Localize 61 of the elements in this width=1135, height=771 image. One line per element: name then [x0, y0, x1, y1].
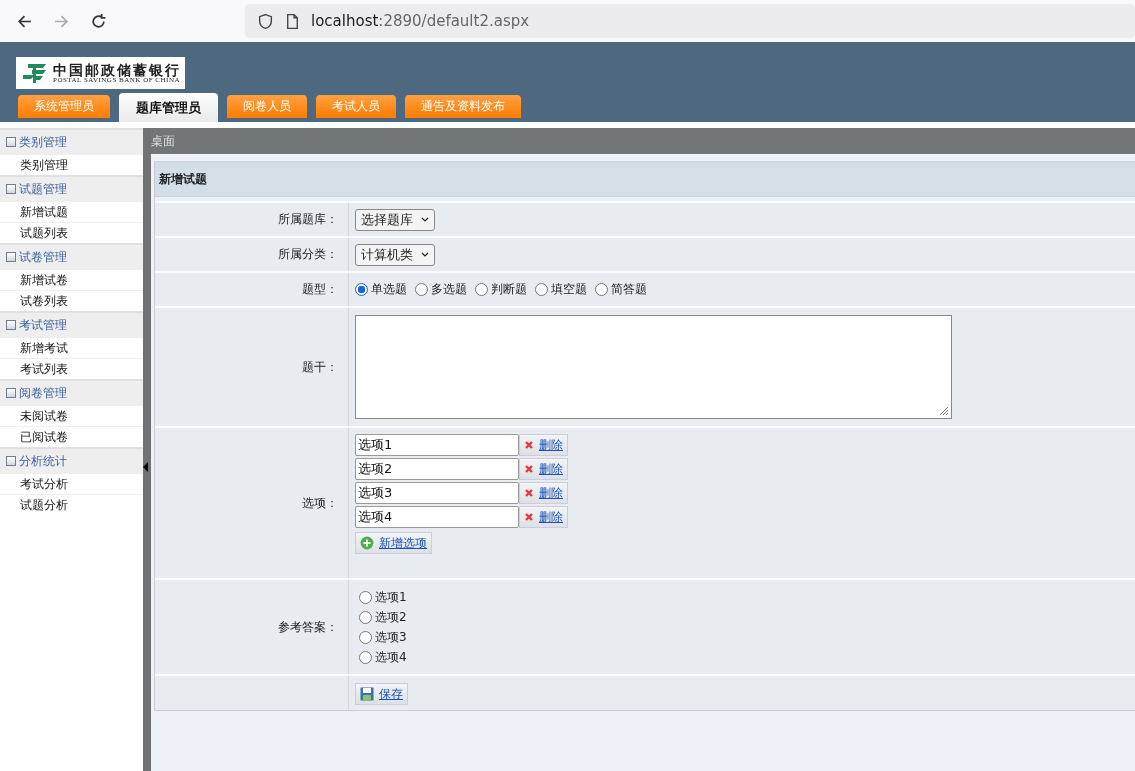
radio-label: 单选题 [371, 281, 407, 298]
delete-button[interactable]: 删除 [519, 458, 568, 480]
plus-icon [360, 536, 374, 550]
caret-icon [421, 217, 429, 222]
shield-icon [257, 12, 274, 30]
sidebar-group-header[interactable]: 试题管理 [0, 175, 143, 201]
radio-label: 多选题 [431, 281, 467, 298]
field-label: 题型： [302, 281, 338, 298]
option-input[interactable]: 选项4 [355, 506, 519, 528]
resize-grip-icon[interactable] [939, 406, 949, 416]
url-text: localhost:2890/default2.aspx [311, 12, 530, 30]
breadcrumb: 桌面 [151, 128, 1135, 154]
radio-button[interactable] [359, 650, 372, 664]
delete-button[interactable]: 删除 [519, 434, 568, 456]
logo-chinese-text: 中国邮政储蓄银行 [53, 62, 181, 77]
radio-button[interactable] [359, 590, 372, 604]
field-label: 所属分类： [278, 246, 338, 263]
radio-button[interactable] [359, 630, 372, 644]
reload-icon[interactable] [90, 12, 107, 30]
radio-button[interactable] [415, 283, 428, 296]
dropdown[interactable]: 选择题库 [355, 208, 435, 231]
sidebar-group-header[interactable]: 分析统计 [0, 447, 143, 473]
radio-button[interactable] [359, 610, 372, 624]
option-input[interactable]: 选项1 [355, 434, 519, 456]
address-bar[interactable]: localhost:2890/default2.aspx [245, 4, 1135, 38]
radio-button[interactable] [475, 283, 488, 296]
radio-label: 选项4 [375, 648, 407, 666]
radio-label: 选项1 [375, 588, 407, 606]
close-icon [524, 464, 534, 474]
delete-button[interactable]: 删除 [519, 482, 568, 504]
caret-icon [421, 252, 429, 257]
add-option-button[interactable]: 新增选项 [355, 532, 432, 554]
field-label: 题干： [302, 358, 338, 376]
radio-button[interactable] [355, 283, 368, 296]
sidebar-group-header[interactable]: 试卷管理 [0, 243, 143, 269]
panel-title: 新增试题 [155, 161, 1135, 197]
dropdown[interactable]: 计算机类 [355, 243, 435, 266]
radio-label: 选项2 [375, 608, 407, 626]
save-button[interactable]: 保存 [355, 683, 408, 705]
collapse-arrow-icon[interactable] [143, 462, 148, 472]
field-label: 参考答案： [278, 618, 338, 636]
field-label: 选项： [302, 494, 338, 512]
radio-button[interactable] [535, 283, 548, 296]
close-icon [524, 512, 534, 522]
field-label: 所属题库： [278, 211, 338, 228]
sidebar-group-header[interactable]: 类别管理 [0, 128, 143, 154]
option-input[interactable]: 选项2 [355, 458, 519, 480]
radio-label: 选项3 [375, 628, 407, 646]
text-area[interactable] [355, 315, 952, 419]
radio-button[interactable] [595, 283, 608, 296]
radio-label: 简答题 [611, 281, 647, 298]
radio-label: 填空题 [551, 281, 587, 298]
close-icon [524, 488, 534, 498]
radio-label: 判断题 [491, 281, 527, 298]
nav-tab[interactable]: 题库管理员 [119, 93, 218, 122]
delete-button[interactable]: 删除 [519, 506, 568, 528]
sidebar-group-header[interactable]: 考试管理 [0, 311, 143, 337]
page-icon [284, 12, 301, 30]
option-input[interactable]: 选项3 [355, 482, 519, 504]
sidebar-group-header[interactable]: 阅卷管理 [0, 379, 143, 405]
close-icon [524, 440, 534, 450]
